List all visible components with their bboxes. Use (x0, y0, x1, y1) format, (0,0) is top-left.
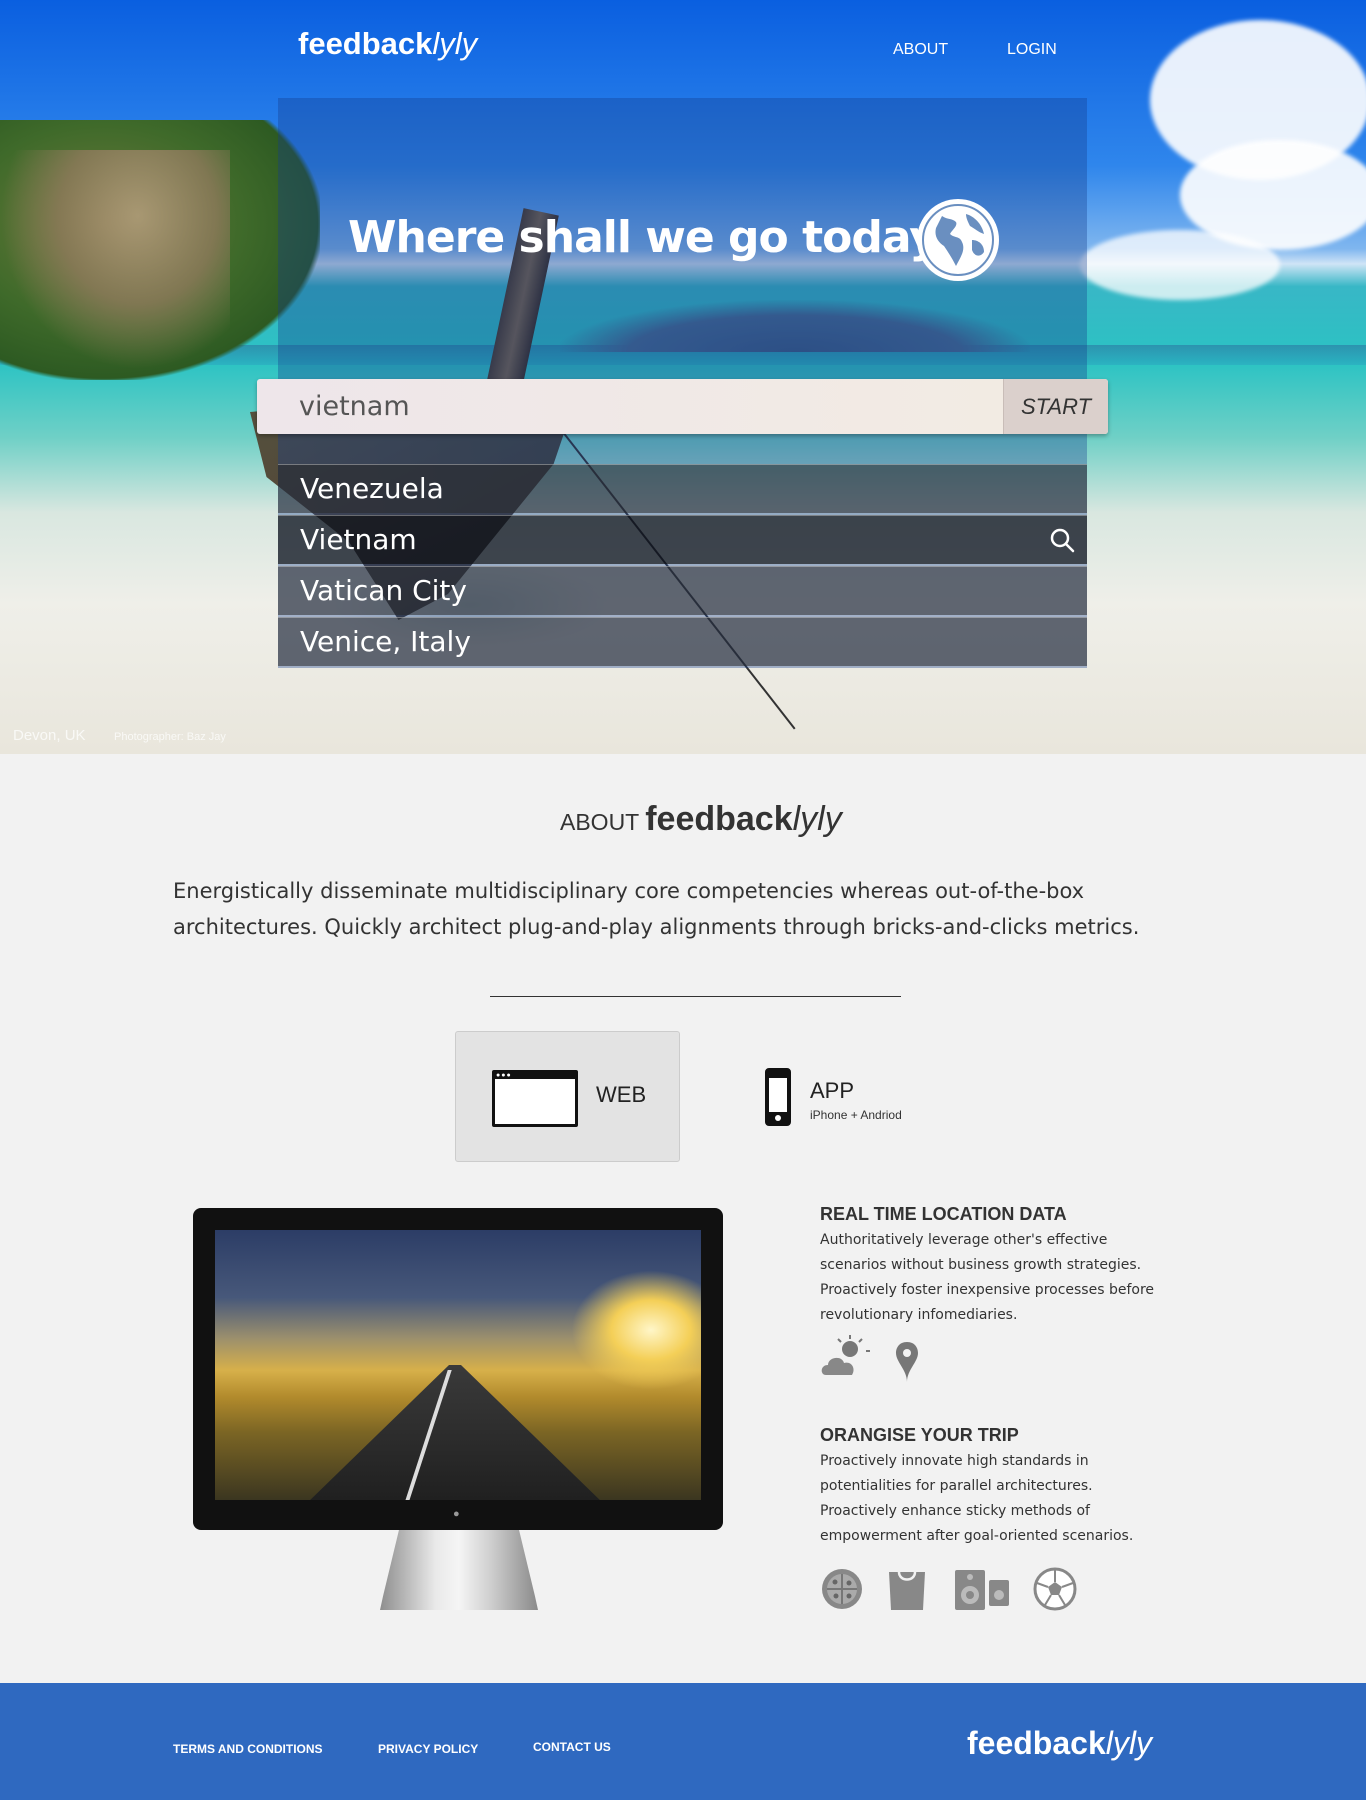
suggestion-label: Vietnam (300, 523, 417, 556)
tab-app-label: APP (810, 1078, 855, 1103)
about-heading: ABOUT feedbacklyly (560, 800, 842, 839)
brand-logo[interactable]: feedbacklyly (298, 26, 477, 62)
nav-login-link[interactable]: LOGIN (1007, 41, 1057, 59)
smartphone-icon (765, 1068, 791, 1126)
suggestion-label: Venezuela (300, 472, 444, 505)
contact-us-link[interactable]: CONTACT US (533, 1740, 611, 1754)
footer-logo[interactable]: feedbacklyly (967, 1725, 1152, 1762)
search-bar: START (257, 379, 1108, 434)
about-text: Energistically disseminate multidiscipli… (173, 879, 1140, 939)
monitor-stand (380, 1530, 538, 1610)
window-dots: ●●● (496, 1072, 512, 1079)
pizza-icon (822, 1569, 862, 1609)
tab-web-label: WEB (596, 1082, 647, 1107)
globe-icon (917, 199, 999, 281)
location-pin-icon (896, 1342, 918, 1382)
about-heading-logo: feedbacklyly (645, 800, 842, 838)
feature-text: Proactively innovate high standards in p… (820, 1453, 1134, 1544)
weather-icon (821, 1335, 870, 1375)
tab-app-sublabel: iPhone + Andriod (810, 1108, 902, 1122)
nav-about-link[interactable]: ABOUT (893, 41, 948, 59)
privacy-policy-link[interactable]: PRIVACY POLICY (378, 1742, 478, 1756)
apple-logo-icon: ● (453, 1508, 460, 1520)
cliff-rock (0, 150, 230, 370)
suggestion-label: Vatican City (300, 574, 467, 607)
shopping-bag-icon (889, 1571, 925, 1610)
desktop-monitor-image: ● (193, 1208, 723, 1530)
soccer-ball-icon (1033, 1567, 1077, 1611)
tab-app[interactable]: APP iPhone + Andriod (762, 1066, 952, 1128)
about-heading-prefix: ABOUT (560, 809, 639, 835)
start-button[interactable]: START (1003, 379, 1108, 434)
cloud (1080, 230, 1280, 300)
suggestion-label: Venice, Italy (300, 625, 471, 658)
speaker-icon (955, 1570, 1009, 1610)
monitor-screen (215, 1230, 701, 1500)
hero-headline: Where shall we go today? (348, 212, 962, 263)
section-divider (490, 996, 901, 997)
suggestion-item[interactable]: Venezuela (278, 464, 1087, 513)
tab-web[interactable]: ●●● WEB (455, 1031, 680, 1162)
suggestion-item[interactable]: Vatican City (278, 566, 1087, 615)
terms-link[interactable]: TERMS AND CONDITIONS (173, 1742, 323, 1756)
destination-search-input[interactable] (257, 379, 1003, 434)
photo-location: Devon, UK (13, 727, 86, 744)
feature-title: REAL TIME LOCATION DATA (820, 1204, 1067, 1224)
suggestion-item-active[interactable]: Vietnam (278, 515, 1087, 564)
suggestion-item[interactable]: Venice, Italy (278, 617, 1087, 666)
photo-credit: Photographer: Baz Jay (114, 731, 226, 743)
feature-title: ORANGISE YOUR TRIP (820, 1425, 1019, 1445)
feature-text: Authoritatively leverage other's effecti… (820, 1232, 1155, 1323)
search-icon[interactable] (1049, 527, 1075, 553)
